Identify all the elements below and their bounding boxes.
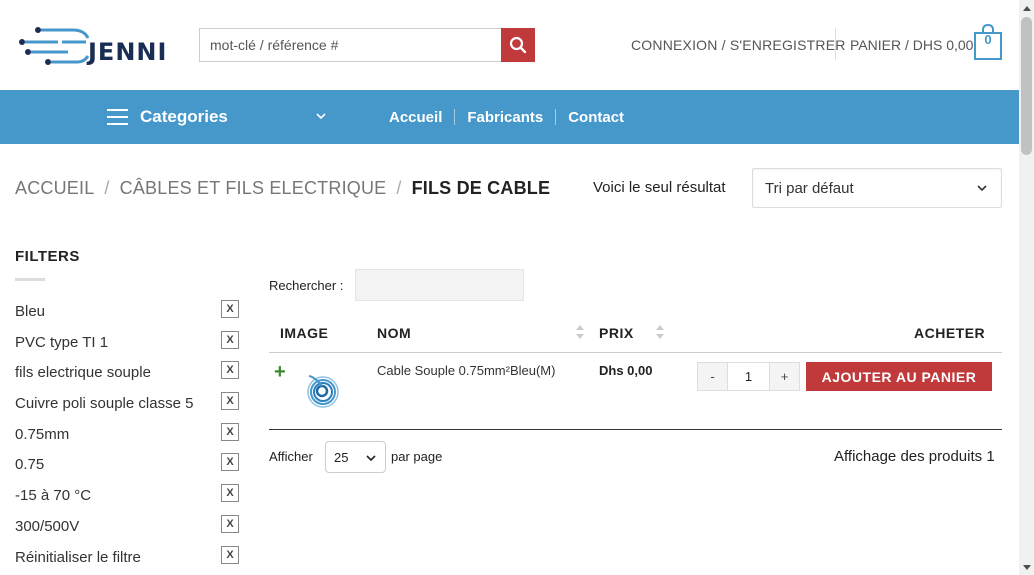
filter-label[interactable]: 0.75mm: [15, 426, 69, 443]
logo-text: JENNI: [88, 38, 168, 66]
filters-title: FILTERS: [15, 248, 80, 265]
per-page-prefix: Afficher: [269, 449, 313, 464]
remove-filter-icon[interactable]: X: [221, 545, 239, 564]
nav-link-accueil[interactable]: Accueil: [377, 109, 454, 126]
filter-label[interactable]: Cuivre poli souple classe 5: [15, 395, 193, 412]
filter-item: 300/500V X: [15, 513, 240, 544]
filters-title-underline: [15, 278, 45, 281]
add-to-cart-button[interactable]: AJOUTER AU PANIER: [806, 362, 992, 391]
main-nav: Categories Accueil Fabricants Contact: [0, 90, 1019, 144]
sort-arrows-icon[interactable]: [575, 324, 585, 340]
filter-label[interactable]: 0.75: [15, 456, 44, 473]
search-input[interactable]: [199, 28, 502, 62]
per-page-value: 25: [334, 449, 349, 465]
reset-filter-link[interactable]: Réinitialiser le filtre: [15, 549, 141, 566]
scroll-down-arrow-icon[interactable]: [1019, 560, 1034, 575]
filter-label[interactable]: 300/500V: [15, 518, 79, 535]
page-scrollbar[interactable]: [1019, 0, 1034, 575]
sort-arrows-icon[interactable]: [655, 324, 665, 340]
remove-filter-icon[interactable]: X: [221, 484, 239, 503]
nav-links: Accueil Fabricants Contact: [377, 90, 636, 144]
remove-filter-icon[interactable]: X: [221, 392, 239, 411]
table-search-label: Rechercher :: [269, 278, 344, 293]
filter-item: 0.75 X: [15, 451, 240, 482]
remove-filter-icon[interactable]: X: [221, 422, 239, 441]
nav-link-fabricants[interactable]: Fabricants: [455, 109, 555, 126]
pagination-info: Affichage des produits 1: [834, 448, 995, 465]
filter-item: Bleu X: [15, 298, 240, 329]
filter-label[interactable]: PVC type TI 1: [15, 334, 108, 351]
remove-filter-icon[interactable]: X: [221, 330, 239, 349]
column-header-nom[interactable]: NOM: [377, 325, 411, 341]
quantity-stepper: - 1 +: [697, 362, 800, 391]
quantity-increase-button[interactable]: +: [770, 363, 799, 390]
chevron-down-icon: [366, 455, 376, 462]
filter-item: fils electrique souple X: [15, 359, 240, 390]
column-header-image: IMAGE: [280, 325, 329, 341]
per-page-suffix: par page: [391, 449, 443, 464]
site-header: JENNI CONNEXION / S'ENREGISTRER PANIER /…: [0, 0, 1019, 90]
table-header-divider: [269, 352, 1002, 353]
sort-selected-value: Tri par défaut: [765, 179, 854, 197]
chevron-down-icon: [316, 113, 326, 120]
filter-item: -15 à 70 °C X: [15, 482, 240, 513]
quantity-decrease-button[interactable]: -: [698, 363, 727, 390]
column-header-acheter: ACHETER: [914, 325, 986, 341]
quantity-input[interactable]: 1: [727, 363, 770, 390]
filter-item: Réinitialiser le filtre X: [15, 544, 240, 575]
remove-filter-icon[interactable]: X: [221, 300, 239, 318]
filter-label[interactable]: fils electrique souple: [15, 364, 151, 381]
categories-dropdown[interactable]: Categories: [107, 90, 332, 144]
table-footer-divider: [269, 429, 1002, 430]
site-logo[interactable]: JENNI: [18, 22, 168, 68]
header-divider: [835, 28, 836, 60]
breadcrumb-current: FILS DE CABLE: [411, 178, 551, 198]
column-header-prix[interactable]: PRIX: [599, 325, 634, 341]
remove-filter-icon[interactable]: X: [221, 514, 239, 533]
header-search: [199, 28, 536, 62]
chevron-down-icon: [977, 185, 987, 192]
breadcrumb-separator: /: [104, 178, 110, 198]
filter-label[interactable]: -15 à 70 °C: [15, 487, 91, 504]
search-icon: [509, 36, 527, 54]
product-cable-image[interactable]: [305, 372, 343, 410]
categories-label: Categories: [140, 107, 228, 126]
product-name-link[interactable]: Cable Souple 0.75mm²Bleu(M): [377, 363, 555, 378]
hamburger-icon: [107, 109, 128, 125]
active-filter-list: Bleu X PVC type TI 1 X fils electrique sou…: [15, 298, 240, 574]
sort-select[interactable]: Tri par défaut: [752, 168, 1002, 208]
filter-item: PVC type TI 1 X: [15, 329, 240, 360]
remove-filter-icon[interactable]: X: [221, 361, 239, 380]
breadcrumb: ACCUEIL / CÂBLES ET FILS ELECTRIQUE / FI…: [15, 178, 550, 199]
per-page-select[interactable]: 25: [325, 441, 386, 473]
scrollbar-thumb[interactable]: [1021, 17, 1032, 155]
filter-item: 0.75mm X: [15, 421, 240, 452]
filter-label[interactable]: Bleu: [15, 303, 45, 320]
cart-count-badge[interactable]: 0: [974, 32, 1002, 47]
search-button[interactable]: [501, 28, 535, 62]
nav-link-contact[interactable]: Contact: [556, 109, 636, 126]
breadcrumb-item-cables[interactable]: CÂBLES ET FILS ELECTRIQUE: [120, 178, 387, 199]
filter-item: Cuivre poli souple classe 5 X: [15, 390, 240, 421]
breadcrumb-separator: /: [396, 178, 402, 198]
row-expand-toggle[interactable]: +: [274, 361, 286, 384]
product-price: Dhs 0,00: [599, 363, 653, 378]
remove-filter-icon[interactable]: X: [221, 453, 239, 472]
result-count: Voici le seul résultat: [593, 179, 726, 196]
breadcrumb-item-accueil[interactable]: ACCUEIL: [15, 178, 94, 199]
scroll-up-arrow-icon[interactable]: [1019, 0, 1034, 15]
login-link[interactable]: CONNEXION / S'ENREGISTRER: [631, 37, 846, 53]
cart-link[interactable]: PANIER / DHS 0,00: [850, 37, 973, 53]
table-search-input[interactable]: [355, 269, 524, 301]
